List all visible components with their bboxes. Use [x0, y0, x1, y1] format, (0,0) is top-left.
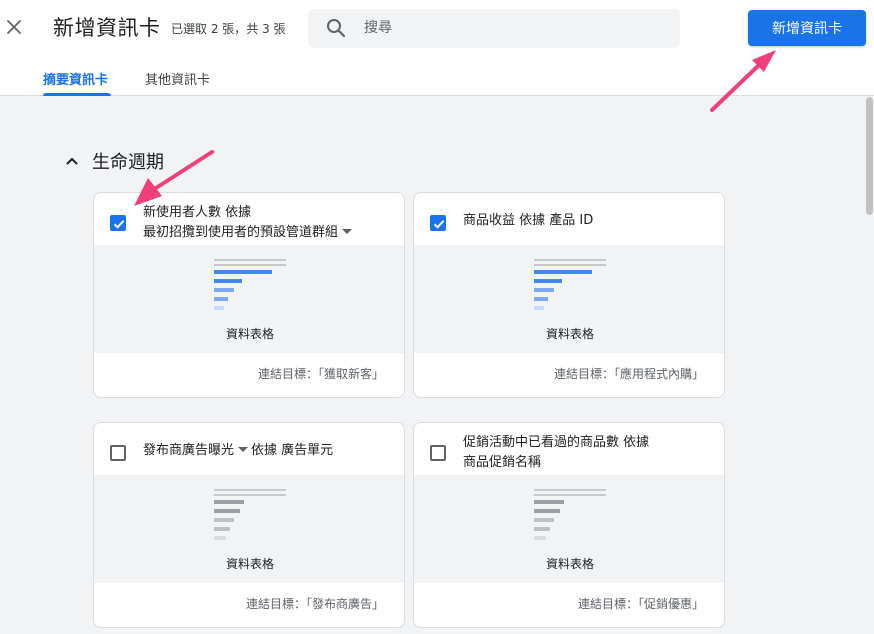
tab-summary-cards[interactable]: 摘要資訊卡: [43, 69, 108, 88]
card-goal: 連結目標：「促銷優惠」: [577, 597, 704, 611]
card-checkbox[interactable]: [110, 215, 126, 231]
table-preview-icon: [214, 259, 286, 315]
card-checkbox[interactable]: [430, 445, 446, 461]
card-title: 發布商廣告曝光 依據 廣告單元: [143, 443, 334, 458]
chevron-up-icon: [66, 157, 78, 165]
header: 新增資訊卡 已選取 2 張，共 3 張 新增資訊卡 摘要資訊卡 其他資訊卡: [0, 0, 874, 96]
card-title: 商品收益 依據 產品 ID: [463, 213, 594, 228]
search-icon: [327, 19, 346, 38]
checkbox-checked-icon: [113, 220, 125, 229]
search-input[interactable]: [364, 17, 664, 39]
add-card-dialog: 新增資訊卡 已選取 2 張，共 3 張 新增資訊卡 摘要資訊卡 其他資訊卡 生命…: [0, 0, 874, 634]
summary-card-new-users[interactable]: 新使用者人數 依據 最初招攬到使用者的預設管道群組 資料表格 連結目標：「獲取新…: [93, 192, 405, 398]
card-goal: 連結目標：「發布商廣告」: [245, 597, 384, 611]
table-preview-icon: [534, 259, 606, 315]
card-goal: 連結目標：「獲取新客」: [257, 367, 384, 381]
table-preview-icon: [214, 489, 286, 545]
add-card-button[interactable]: 新增資訊卡: [748, 10, 866, 46]
preview-label: 資料表格: [225, 557, 274, 571]
tab-other-cards[interactable]: 其他資訊卡: [145, 69, 210, 88]
summary-card-item-revenue[interactable]: 商品收益 依據 產品 ID 資料表格 連結目標：「應用程式內購」: [413, 192, 725, 398]
search-box[interactable]: [308, 9, 680, 48]
card-title: 促銷活動中已看過的商品數 依據 商品促銷名稱: [463, 435, 650, 470]
card-preview: 資料表格: [414, 245, 724, 353]
card-checkbox[interactable]: [110, 445, 126, 461]
caret-down-icon[interactable]: [238, 447, 249, 452]
card-title: 新使用者人數 依據 最初招攬到使用者的預設管道群組: [143, 203, 393, 243]
card-checkbox[interactable]: [430, 215, 446, 231]
checkbox-checked-icon: [433, 220, 445, 229]
caret-down-icon[interactable]: [342, 229, 353, 234]
dimension-selector[interactable]: 最初招攬到使用者的預設管道群組: [143, 223, 393, 243]
page-title: 新增資訊卡: [53, 16, 161, 40]
preview-label: 資料表格: [545, 557, 594, 571]
section-toggle-lifecycle[interactable]: 生命週期: [64, 148, 164, 174]
preview-label: 資料表格: [225, 327, 274, 341]
close-icon: [7, 20, 21, 34]
scrollbar[interactable]: [864, 96, 874, 634]
scrollbar-thumb[interactable]: [866, 97, 873, 215]
summary-card-promotion-items-viewed[interactable]: 促銷活動中已看過的商品數 依據 商品促銷名稱 資料表格 連結目標：「促銷優惠」: [413, 422, 725, 628]
table-preview-icon: [534, 489, 606, 545]
card-gallery: 生命週期 新使用者人數 依據 最初招攬到使用者的預設管道群組 資料表格 連結目標…: [0, 96, 874, 634]
close-button[interactable]: [2, 15, 26, 39]
metric-selector[interactable]: 發布商廣告曝光: [143, 443, 251, 458]
section-title: 生命週期: [92, 152, 164, 173]
card-preview: 資料表格: [94, 475, 404, 583]
card-preview: 資料表格: [94, 245, 404, 353]
summary-card-publisher-ad-impressions[interactable]: 發布商廣告曝光 依據 廣告單元 資料表格 連結目標：「發布商廣告」: [93, 422, 405, 628]
card-goal: 連結目標：「應用程式內購」: [553, 367, 704, 381]
preview-label: 資料表格: [545, 327, 594, 341]
card-preview: 資料表格: [414, 475, 724, 583]
selection-count: 已選取 2 張，共 3 張: [171, 22, 286, 36]
